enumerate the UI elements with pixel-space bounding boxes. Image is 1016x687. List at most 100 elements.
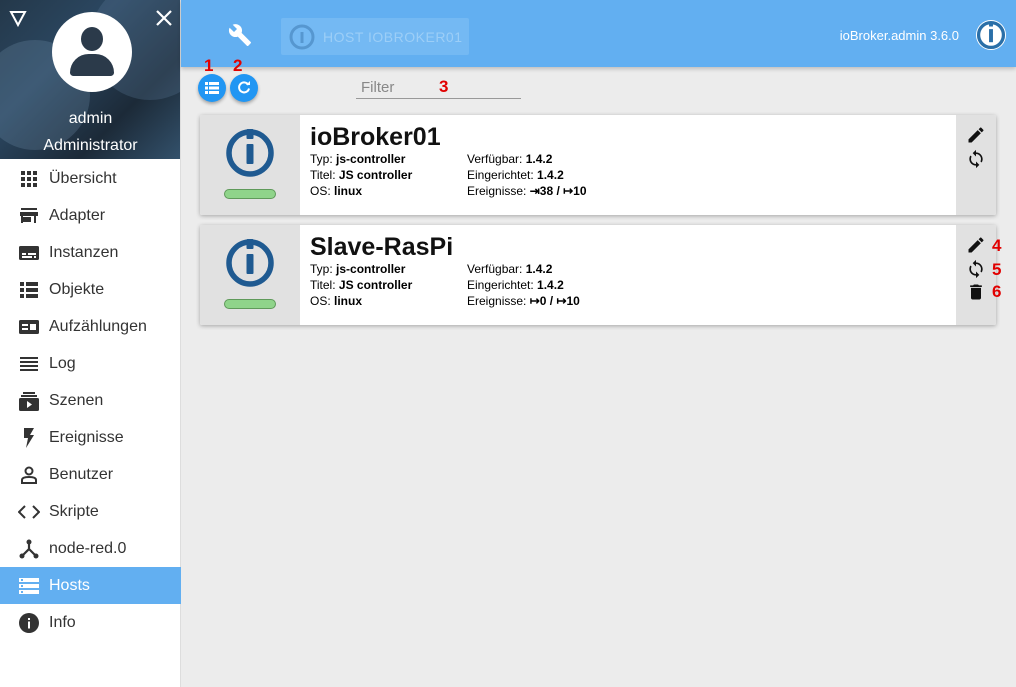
host-name: Slave-RasPi <box>310 233 454 261</box>
title-value: JS controller <box>338 278 413 292</box>
iobroker-logo-icon <box>226 239 274 287</box>
iobroker-logo-icon <box>226 129 274 177</box>
node-red-icon <box>18 538 40 560</box>
sidebar-item-label: Skripte <box>49 502 99 520</box>
sidebar-item-ereignisse[interactable]: Ereignisse <box>0 419 181 456</box>
installed-value: 1.4.2 <box>537 278 564 292</box>
sidebar-item-adapter[interactable]: Adapter <box>0 197 181 234</box>
os-value: linux <box>334 184 363 198</box>
available-label: Verfügbar: <box>467 152 523 166</box>
refresh-icon <box>238 81 250 94</box>
sidebar-item-label: Ereignisse <box>49 428 124 446</box>
host-status-bar <box>224 299 276 309</box>
avatar-head <box>81 27 103 51</box>
featured-play-list-icon <box>18 316 40 338</box>
os-label: OS: <box>310 184 331 198</box>
wrench-icon[interactable] <box>228 23 252 47</box>
subscriptions-icon <box>18 390 40 412</box>
sidebar-item-szenen[interactable]: Szenen <box>0 382 181 419</box>
code-icon <box>18 501 40 523</box>
avatar[interactable] <box>52 12 132 92</box>
info-icon <box>18 612 40 634</box>
view-list-icon <box>205 82 219 94</box>
host-selector[interactable]: HOST IOBROKER01 <box>281 18 469 55</box>
os-label: OS: <box>310 294 331 308</box>
annotation-marker: 2 <box>233 56 243 75</box>
sidebar-item-label: Info <box>49 613 76 631</box>
sidebar-item-info[interactable]: Info <box>0 604 181 641</box>
storage-icon <box>18 575 40 597</box>
list-view-button[interactable] <box>198 74 226 102</box>
events-label: Ereignisse: <box>467 294 527 308</box>
host-card-status-panel <box>200 115 300 215</box>
close-icon[interactable] <box>155 9 173 27</box>
installed-label: Eingerichtet: <box>467 168 534 182</box>
iobroker-logo-icon[interactable] <box>974 18 1008 52</box>
annotation-marker: 6 <box>992 282 1002 301</box>
person-icon <box>18 464 40 486</box>
annotation-marker: 3 <box>439 77 449 96</box>
sidebar-item-label: Log <box>49 354 76 372</box>
sidebar-item-label: Instanzen <box>49 243 119 261</box>
available-value: 1.4.2 <box>525 262 553 276</box>
menu-toggle-icon[interactable] <box>9 9 27 27</box>
type-value: js-controller <box>336 152 406 166</box>
available-value: 1.4.2 <box>525 152 553 166</box>
host-info-column: Typ: js-controller Titel: JS controller … <box>310 261 412 309</box>
installed-label: Eingerichtet: <box>467 278 534 292</box>
sidebar-item-label: Benutzer <box>49 465 114 483</box>
host-info-column: Verfügbar: 1.4.2 Eingerichtet: 1.4.2 Ere… <box>467 261 580 309</box>
sidebar-item-instanzen[interactable]: Instanzen <box>0 234 181 271</box>
subtitles-icon <box>18 242 40 264</box>
flash-icon <box>18 427 40 449</box>
restart-icon[interactable] <box>966 259 986 279</box>
type-value: js-controller <box>336 262 406 276</box>
type-label: Typ: <box>310 262 333 276</box>
annotation-marker: 5 <box>992 260 1002 279</box>
sidebar-item-uebersicht[interactable]: Übersicht <box>0 160 181 197</box>
installed-value: 1.4.2 <box>537 168 564 182</box>
title-label: Titel: <box>310 278 336 292</box>
sidebar-item-aufzaehlungen[interactable]: Aufzählungen <box>0 308 181 345</box>
sidebar-item-objekte[interactable]: Objekte <box>0 271 181 308</box>
annotation-marker: 1 <box>204 56 214 75</box>
sidebar-item-label: Adapter <box>49 206 106 224</box>
os-value: linux <box>334 294 363 308</box>
sidebar: admin Administrator Übersicht Adapter In… <box>0 0 181 687</box>
sidebar-item-log[interactable]: Log <box>0 345 181 382</box>
sidebar-item-node-red[interactable]: node-red.0 <box>0 530 181 567</box>
reorder-icon <box>18 353 40 375</box>
events-value: ⇥38 / ↦10 <box>529 184 587 198</box>
title-value: JS controller <box>338 168 413 182</box>
view-list-icon <box>18 279 40 301</box>
edit-icon[interactable] <box>966 235 986 255</box>
sidebar-item-hosts[interactable]: Hosts <box>0 567 181 604</box>
host-card-actions <box>956 115 996 215</box>
host-card-status-panel <box>200 225 300 325</box>
edit-icon[interactable] <box>966 125 986 145</box>
sidebar-nav: Übersicht Adapter Instanzen Objekte Aufz… <box>0 160 181 641</box>
version-label: ioBroker.admin 3.6.0 <box>839 28 959 43</box>
host-name: ioBroker01 <box>310 123 441 151</box>
user-role: Administrator <box>43 137 138 154</box>
sidebar-item-label: Übersicht <box>49 169 117 187</box>
apps-icon <box>18 168 40 190</box>
host-card-actions <box>956 225 996 325</box>
avatar-shoulders <box>70 54 114 76</box>
available-label: Verfügbar: <box>467 262 523 276</box>
sidebar-item-benutzer[interactable]: Benutzer <box>0 456 181 493</box>
type-label: Typ: <box>310 152 333 166</box>
sidebar-item-label: Hosts <box>49 576 90 594</box>
refresh-button[interactable] <box>230 74 258 102</box>
host-info-column: Verfügbar: 1.4.2 Eingerichtet: 1.4.2 Ere… <box>467 151 587 199</box>
store-icon <box>18 205 40 227</box>
restart-icon[interactable] <box>966 149 986 169</box>
title-label: Titel: <box>310 168 336 182</box>
events-label: Ereignisse: <box>467 184 527 198</box>
events-value: ↦0 / ↦10 <box>529 294 580 308</box>
delete-icon[interactable] <box>966 282 986 302</box>
annotation-marker: 4 <box>992 236 1002 255</box>
sidebar-item-skripte[interactable]: Skripte <box>0 493 181 530</box>
iobroker-logo-icon <box>289 24 315 49</box>
host-selector-label: HOST IOBROKER01 <box>323 28 463 45</box>
